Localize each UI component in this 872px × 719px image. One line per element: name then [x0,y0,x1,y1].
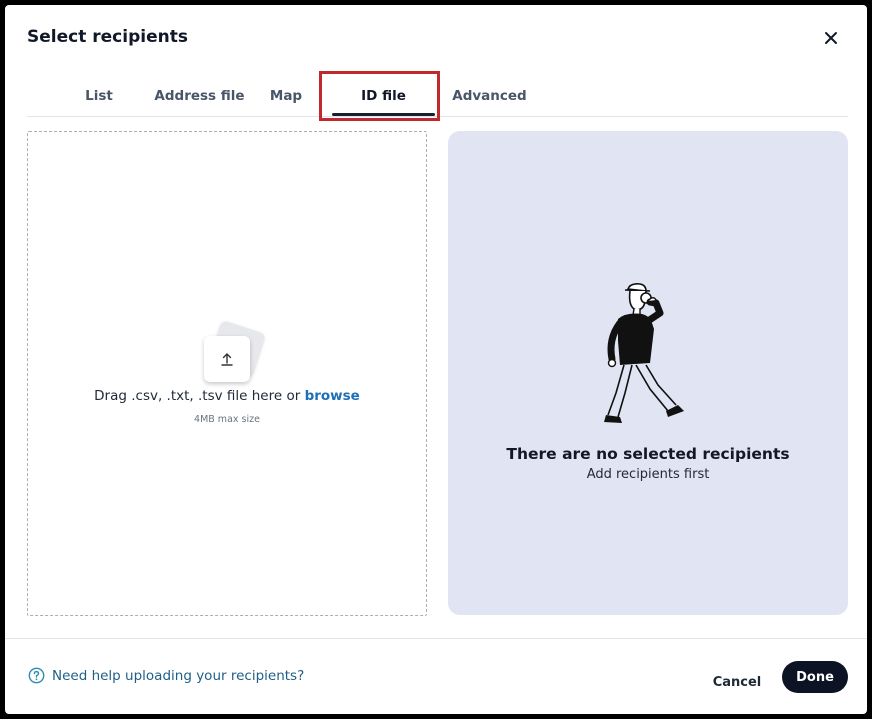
upload-card [204,336,250,382]
help-link[interactable]: Need help uploading your recipients? [28,667,304,684]
dialog-footer: Need help uploading your recipients? Can… [5,638,867,714]
help-link-text: Need help uploading your recipients? [52,667,305,684]
help-icon [28,667,45,684]
upload-icon [221,353,233,366]
dialog-title: Select recipients [27,27,188,47]
tab-list[interactable]: List [63,75,135,116]
empty-state-subtitle: Add recipients first [586,467,710,482]
tab-id-file[interactable]: ID file [332,75,435,116]
empty-state-title: There are no selected recipients [506,445,790,463]
drag-instructions: Drag .csv, .txt, .tsv file here or brows… [28,388,426,404]
walking-person-illustration [604,283,684,423]
upload-graphic [202,320,272,384]
tab-advanced[interactable]: Advanced [447,75,532,116]
select-recipients-dialog: Select recipients List Address file Map … [5,5,867,714]
close-button[interactable] [820,27,842,49]
active-tab-indicator [332,113,435,116]
selected-recipients-panel: There are no selected recipients Add rec… [448,131,848,615]
close-icon [825,32,837,44]
drag-text: Drag .csv, .txt, .tsv file here or [94,388,301,404]
cancel-button[interactable]: Cancel [708,666,766,698]
tab-address-file[interactable]: Address file [137,75,262,116]
browse-link[interactable]: browse [305,388,360,404]
file-dropzone[interactable]: Drag .csv, .txt, .tsv file here or brows… [27,131,427,616]
tab-bar: List Address file Map ID file Advanced [27,75,848,117]
done-button[interactable]: Done [782,661,848,693]
tab-map[interactable]: Map [257,75,315,116]
max-size-note: 4MB max size [194,414,260,425]
